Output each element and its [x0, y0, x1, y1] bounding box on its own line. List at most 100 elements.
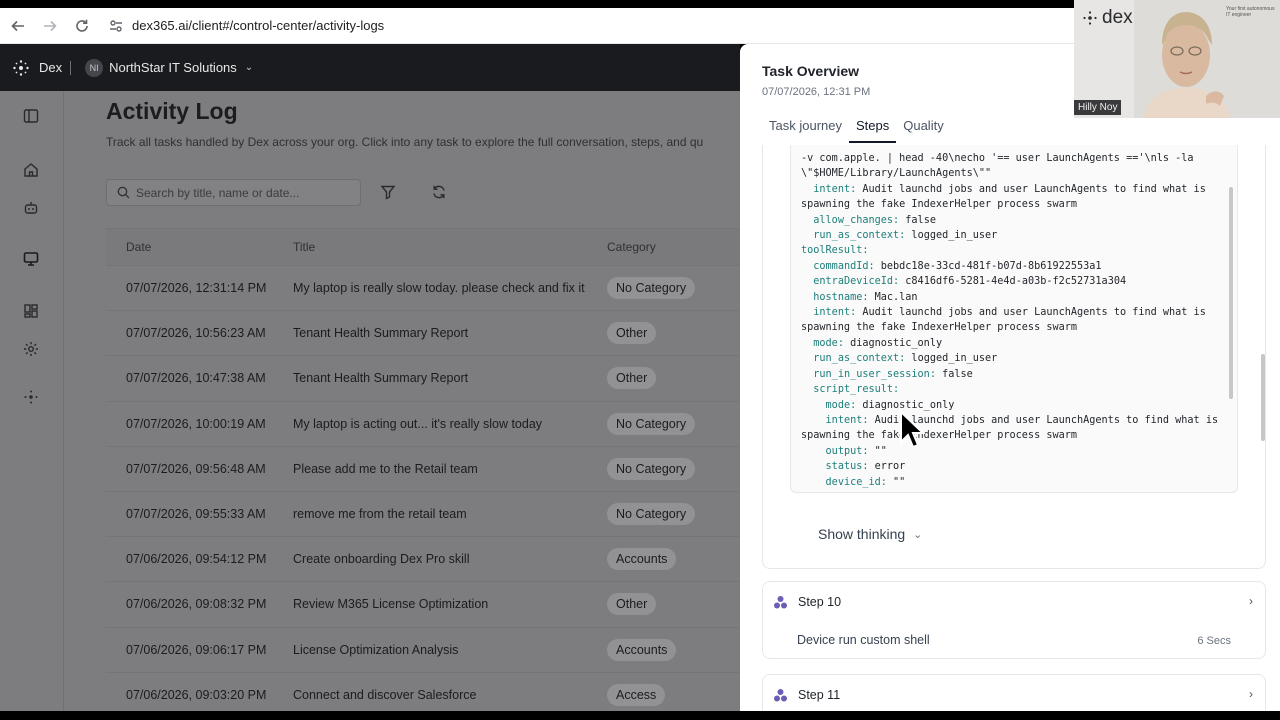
- code-key: intent:: [825, 414, 869, 426]
- panel-scrollbar[interactable]: [1261, 354, 1265, 441]
- code-line: entraDeviceId: c8416df6-5281-4e4d-a03b-f…: [801, 274, 1218, 289]
- step-card[interactable]: Step 10 › Device run custom shell 6 Secs: [762, 581, 1266, 659]
- row-date: 07/06/2026, 09:03:20 PM: [126, 687, 267, 702]
- task-overview-panel: Task Overview 07/07/2026, 12:31 PM Task …: [740, 44, 1280, 711]
- category-badge: Other: [607, 367, 657, 390]
- row-date: 07/07/2026, 09:55:33 AM: [126, 507, 266, 522]
- chevron-right-icon[interactable]: ›: [1249, 687, 1253, 701]
- table-row[interactable]: 07/07/2026, 10:00:19 AM My laptop is acti…: [106, 400, 740, 446]
- table-row[interactable]: 07/06/2026, 09:08:32 PM Review M365 Licen…: [106, 581, 740, 626]
- code-line: -v com.apple. | head -40\necho '== user …: [801, 151, 1218, 166]
- address-bar[interactable]: dex365.ai/client#/control-center/activit…: [108, 12, 384, 40]
- category-badge: Accounts: [607, 548, 677, 571]
- table-row[interactable]: 07/06/2026, 09:54:12 PM Create onboarding…: [106, 536, 740, 581]
- webcam-logo: dex: [1082, 7, 1133, 29]
- code-value: diagnostic_only: [856, 399, 955, 411]
- search-input[interactable]: [136, 185, 346, 200]
- code-key: run_in_user_session:: [813, 368, 936, 380]
- table-row[interactable]: 07/06/2026, 09:06:17 PM License Optimizat…: [106, 626, 740, 672]
- sidebar: [0, 91, 64, 711]
- sidebar-toggle-icon[interactable]: [22, 107, 40, 125]
- row-date: 07/06/2026, 09:54:12 PM: [126, 552, 267, 567]
- code-line: intent: Audit launchd jobs and user Laun…: [801, 182, 1218, 197]
- step-cluster-icon: [774, 595, 787, 608]
- refresh-icon[interactable]: [431, 184, 447, 200]
- dashboard-icon[interactable]: [22, 302, 40, 320]
- presenter-name: Hilly Noy: [1074, 100, 1122, 115]
- url-text[interactable]: dex365.ai/client#/control-center/activit…: [132, 18, 384, 33]
- row-category: No Category: [587, 503, 696, 526]
- table-row[interactable]: 07/07/2026, 10:47:38 AM Tenant Health Sum…: [106, 355, 740, 400]
- row-title: Connect and discover Salesforce: [293, 687, 477, 702]
- column-header-category[interactable]: Category: [587, 240, 656, 254]
- code-key: mode:: [813, 337, 844, 349]
- org-name[interactable]: NorthStar IT Solutions: [109, 60, 237, 75]
- chevron-right-icon[interactable]: ›: [1249, 594, 1253, 608]
- search-box[interactable]: [106, 179, 361, 206]
- column-header-title[interactable]: Title: [273, 240, 587, 254]
- code-line: toolResult:: [801, 243, 1218, 258]
- code-line: output: "": [801, 444, 1218, 459]
- tab-steps[interactable]: Steps: [848, 118, 897, 143]
- forward-button[interactable]: [40, 16, 60, 36]
- mouse-pointer-icon: [900, 410, 926, 449]
- code-scrollbar[interactable]: [1229, 187, 1233, 399]
- code-line: mode: diagnostic_only: [801, 398, 1218, 413]
- code-value: Audit launchd jobs and user LaunchAgents…: [856, 183, 1206, 195]
- table-row[interactable]: 07/07/2026, 09:55:33 AM remove me from th…: [106, 490, 740, 536]
- back-button[interactable]: [8, 16, 28, 36]
- code-value: bebdc18e-33cd-481f-b07d-8b61922553a1: [874, 260, 1102, 272]
- code-value: Audit launchd jobs and user LaunchAgents…: [856, 307, 1206, 319]
- table-row[interactable]: 07/07/2026, 12:31:14 PM My laptop is real…: [106, 265, 740, 310]
- bot-icon[interactable]: [22, 199, 40, 217]
- code-value: logged_in_user: [905, 353, 998, 365]
- screen-bottom-strip: [0, 711, 1280, 720]
- table-row[interactable]: 07/07/2026, 09:56:48 AM Please add me to …: [106, 445, 740, 491]
- category-badge: No Category: [607, 503, 696, 526]
- site-info-icon[interactable]: [108, 18, 124, 34]
- code-key: intent:: [813, 307, 857, 319]
- code-line: script_result:: [801, 382, 1218, 397]
- org-avatar[interactable]: NI: [85, 58, 104, 77]
- settings-icon[interactable]: [22, 340, 40, 358]
- activity-table: Date Title Category 07/07/2026, 12:31:14…: [106, 228, 740, 711]
- code-line: device_id: "": [801, 475, 1218, 490]
- webcam-logo-text: dex: [1102, 7, 1133, 28]
- filter-icon[interactable]: [380, 184, 396, 200]
- reload-button[interactable]: [72, 16, 92, 36]
- code-key: hostname:: [813, 291, 869, 303]
- arrow-left-icon: [11, 20, 24, 31]
- webcam-overlay: dex Your first autonomous IT engineer Hi…: [1074, 0, 1280, 118]
- step-card[interactable]: Step 11 ›: [762, 674, 1266, 711]
- tab-task-journey[interactable]: Task journey: [762, 118, 849, 143]
- monitor-icon[interactable]: [22, 250, 40, 268]
- row-category: Other: [587, 593, 657, 616]
- step-cluster-icon: [774, 688, 787, 701]
- code-key: run_as_context:: [813, 230, 906, 242]
- webcam-tagline: Your first autonomous IT engineer: [1226, 6, 1275, 18]
- home-icon[interactable]: [22, 161, 40, 179]
- page-subtitle: Track all tasks handled by Dex across yo…: [106, 135, 704, 149]
- dex-logo-icon[interactable]: [22, 388, 40, 406]
- table-row[interactable]: 07/07/2026, 10:56:23 AM Tenant Health Sum…: [106, 310, 740, 355]
- row-category: No Category: [587, 457, 696, 480]
- chevron-down-icon[interactable]: ⌄: [245, 62, 253, 73]
- row-title: License Optimization Analysis: [293, 642, 459, 657]
- row-title: Tenant Health Summary Report: [293, 371, 469, 386]
- show-thinking-button[interactable]: Show thinking ⌄: [818, 526, 922, 542]
- dex-logo-icon[interactable]: [12, 59, 30, 77]
- tab-quality[interactable]: Quality: [896, 118, 950, 143]
- column-header-date[interactable]: Date: [106, 240, 273, 254]
- category-badge: Other: [607, 593, 657, 616]
- tool-output-code-block[interactable]: -v com.apple. | head -40\necho '== user …: [790, 145, 1238, 493]
- table-row[interactable]: 07/06/2026, 09:03:20 PM Connect and disco…: [106, 671, 740, 711]
